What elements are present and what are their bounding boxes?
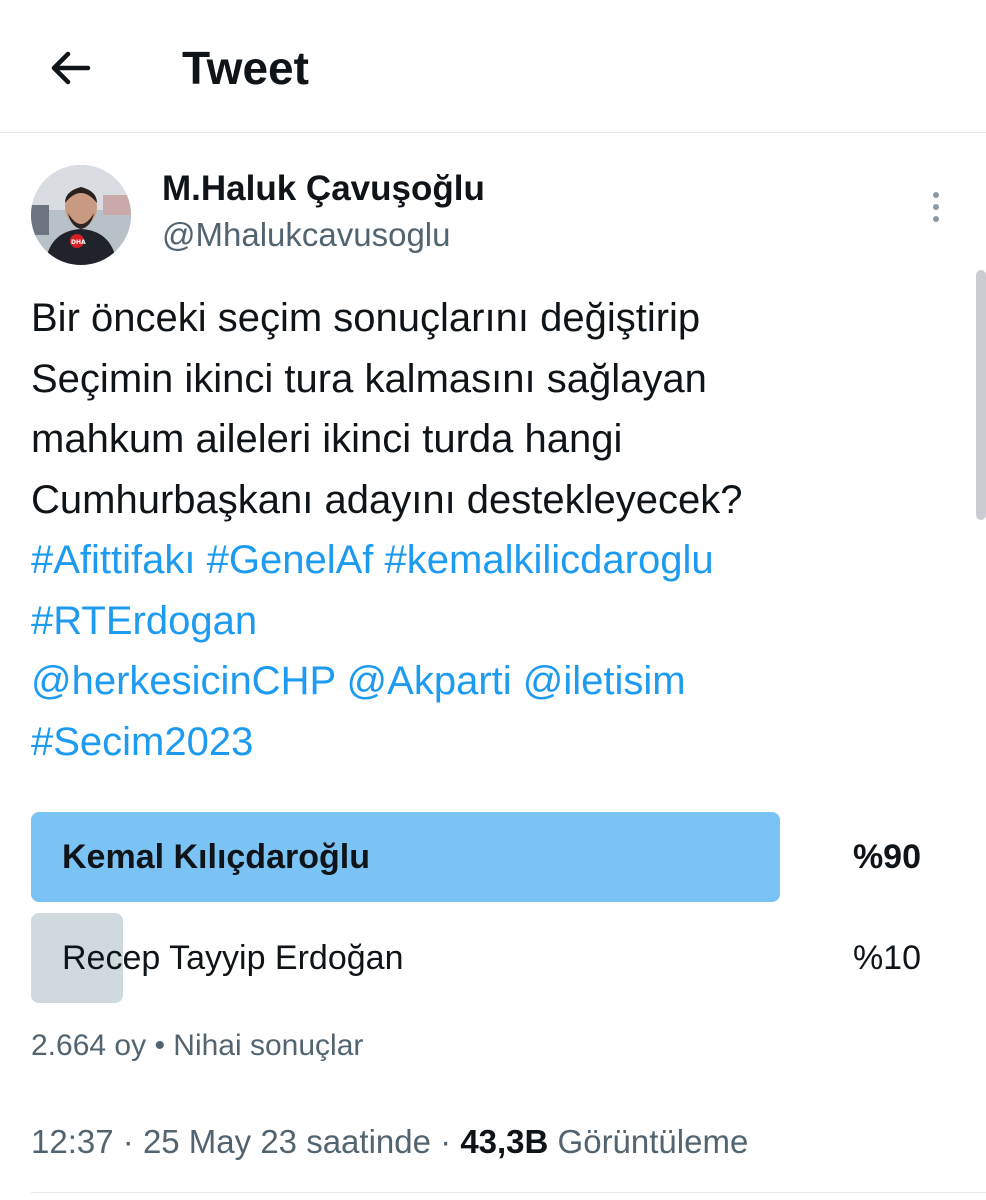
poll-option-erdogan: Recep Tayyip Erdoğan %10 xyxy=(31,913,921,1003)
tweet-timestamp: 12:37 · 25 May 23 saatinde · 43,3B Görün… xyxy=(31,1120,748,1164)
divider xyxy=(31,1192,986,1193)
tweet-date[interactable]: 25 May 23 saatinde xyxy=(143,1123,431,1160)
avatar[interactable]: DHA xyxy=(31,165,131,265)
tweet-links-line: #Afittifakı #GenelAf #kemalkilicdaroglu xyxy=(31,530,961,591)
avatar-photo: DHA xyxy=(31,165,131,265)
tweet-text-line: Bir önceki seçim sonuçlarını değiştirip xyxy=(31,296,701,340)
top-bar: Tweet xyxy=(0,0,986,133)
mic-badge: DHA xyxy=(71,239,86,246)
author-name[interactable]: M.Haluk Çavuşoğlu xyxy=(162,168,485,210)
poll-meta: 2.664 oy • Nihai sonuçlar xyxy=(31,1026,363,1066)
more-vertical-icon-dot xyxy=(933,204,939,210)
poll-votes: 2.664 oy xyxy=(31,1029,147,1062)
tweet-text-line: Seçimin ikinci tura kalmasını sağlayan xyxy=(31,356,707,401)
separator-dot: • xyxy=(154,1029,165,1062)
poll-option-label: Recep Tayyip Erdoğan xyxy=(62,939,404,977)
views-label[interactable]: Görüntüleme xyxy=(558,1123,749,1160)
tweet-time[interactable]: 12:37 xyxy=(31,1123,114,1160)
tweet-page: Tweet DHA M.Haluk Çavuşoğlu @Mhalukcavus… xyxy=(0,0,986,1200)
scrollbar-thumb[interactable] xyxy=(976,270,986,520)
tweet-links-line: #RTErdogan xyxy=(31,591,961,652)
hashtag-afittifaki[interactable]: #Afittifakı xyxy=(31,538,196,582)
tweet-text: Bir önceki seçim sonuçlarını değiştirip … xyxy=(31,288,961,772)
poll-option-label: Kemal Kılıçdaroğlu xyxy=(62,838,370,876)
author-handle[interactable]: @Mhalukcavusoglu xyxy=(162,214,450,256)
mention-herkesicinchp[interactable]: @herkesicinCHP xyxy=(31,659,335,703)
poll-option-kemal: Kemal Kılıçdaroğlu %90 xyxy=(31,812,921,902)
hashtag-rterdogan[interactable]: #RTErdogan xyxy=(31,599,257,643)
tweet-text-line: Cumhurbaşkanı adayını destekleyecek? xyxy=(31,477,743,522)
hashtag-kemalkilicdaroglu[interactable]: #kemalkilicdaroglu xyxy=(385,538,714,582)
poll-option-percent: %90 xyxy=(852,838,921,876)
hashtag-secim2023[interactable]: #Secim2023 xyxy=(31,720,253,764)
more-vertical-icon-dot xyxy=(933,216,939,222)
views-count[interactable]: 43,3B xyxy=(460,1123,548,1160)
arrow-left-icon xyxy=(51,51,91,85)
mention-iletisim[interactable]: @iletisim xyxy=(523,659,686,703)
mention-akparti[interactable]: @Akparti xyxy=(347,659,512,703)
hashtag-genelaf[interactable]: #GenelAf xyxy=(207,538,374,582)
page-title: Tweet xyxy=(182,42,309,94)
more-options-button[interactable] xyxy=(916,182,956,232)
separator-dot: · xyxy=(440,1123,452,1160)
back-button[interactable] xyxy=(40,40,100,96)
tweet-links-line: #Secim2023 xyxy=(31,712,961,773)
tweet-text-line: mahkum aileleri ikinci turda hangi xyxy=(31,417,623,461)
more-vertical-icon xyxy=(933,192,939,198)
separator-dot: · xyxy=(122,1123,134,1160)
poll-status: Nihai sonuçlar xyxy=(173,1029,364,1062)
tweet-links-line: @herkesicinCHP @Akparti @iletisim xyxy=(31,651,961,712)
poll-option-percent: %10 xyxy=(852,939,921,977)
